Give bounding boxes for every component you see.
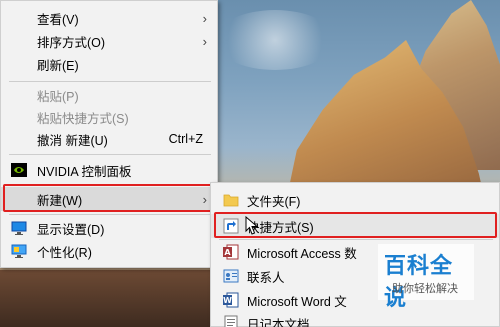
menu-item-label: 联系人 [247, 270, 285, 285]
display-icon [11, 220, 27, 236]
menu-separator [9, 154, 211, 155]
personalize-icon [11, 243, 27, 259]
highlight-box-new [3, 184, 215, 212]
menu-item-label: Microsoft Access 数 [247, 246, 357, 261]
menu-item-label: 粘贴快捷方式(S) [37, 111, 129, 126]
menu-item-label: 排序方式(O) [37, 35, 106, 50]
menu-item-label: NVIDIA 控制面板 [37, 164, 132, 179]
menu-item-display-settings[interactable]: 显示设置(D) [1, 217, 217, 239]
menu-item-label: 个性化(R) [37, 245, 92, 260]
folder-icon [223, 192, 239, 208]
submenu-item-text-document[interactable]: 日记本文档 [211, 312, 499, 327]
menu-item-sort-by[interactable]: 排序方式(O) › [1, 30, 217, 52]
chevron-right-icon: › [202, 10, 207, 26]
word-icon: W [223, 292, 239, 308]
chevron-right-icon: › [202, 33, 207, 49]
svg-text:A: A [224, 248, 231, 257]
watermark: 百科全说 助你轻松解决 [378, 244, 474, 311]
submenu-item-folder[interactable]: 文件夹(F) [211, 189, 499, 211]
desktop-context-menu: 查看(V) › 排序方式(O) › 刷新(E) 粘贴(P) 粘贴快捷方式(S) … [0, 0, 218, 268]
menu-item-refresh[interactable]: 刷新(E) [1, 53, 217, 75]
menu-item-paste-shortcut[interactable]: 粘贴快捷方式(S) [1, 106, 217, 128]
menu-item-label: 粘贴(P) [37, 89, 79, 104]
access-icon: A [223, 244, 239, 260]
nvidia-icon [11, 162, 27, 178]
menu-item-label: 刷新(E) [37, 58, 79, 73]
svg-text:W: W [223, 296, 232, 305]
menu-item-label: 显示设置(D) [37, 222, 105, 237]
menu-item-label: 文件夹(F) [247, 194, 301, 209]
menu-item-label: 日记本文档 [247, 317, 310, 327]
menu-item-view[interactable]: 查看(V) › [1, 7, 217, 29]
menu-item-label: 查看(V) [37, 12, 79, 27]
wallpaper-cloud [215, 10, 335, 70]
menu-item-label: Microsoft Word 文 [247, 294, 347, 309]
menu-item-label: 撤消 新建(U) [37, 133, 108, 148]
menu-separator [219, 239, 493, 240]
contact-card-icon [223, 268, 239, 284]
menu-item-nvidia-control-panel[interactable]: NVIDIA 控制面板 [1, 159, 217, 181]
menu-item-paste[interactable]: 粘贴(P) [1, 84, 217, 106]
menu-separator [9, 214, 211, 215]
watermark-subtitle: 助你轻松解决 [392, 283, 458, 295]
menu-separator [9, 81, 211, 82]
highlight-box-shortcut [214, 212, 497, 238]
notepad-icon [223, 315, 239, 327]
menu-item-undo-new[interactable]: 撤消 新建(U) Ctrl+Z [1, 128, 217, 150]
shortcut-label: Ctrl+Z [168, 132, 203, 146]
menu-item-personalize[interactable]: 个性化(R) [1, 240, 217, 262]
